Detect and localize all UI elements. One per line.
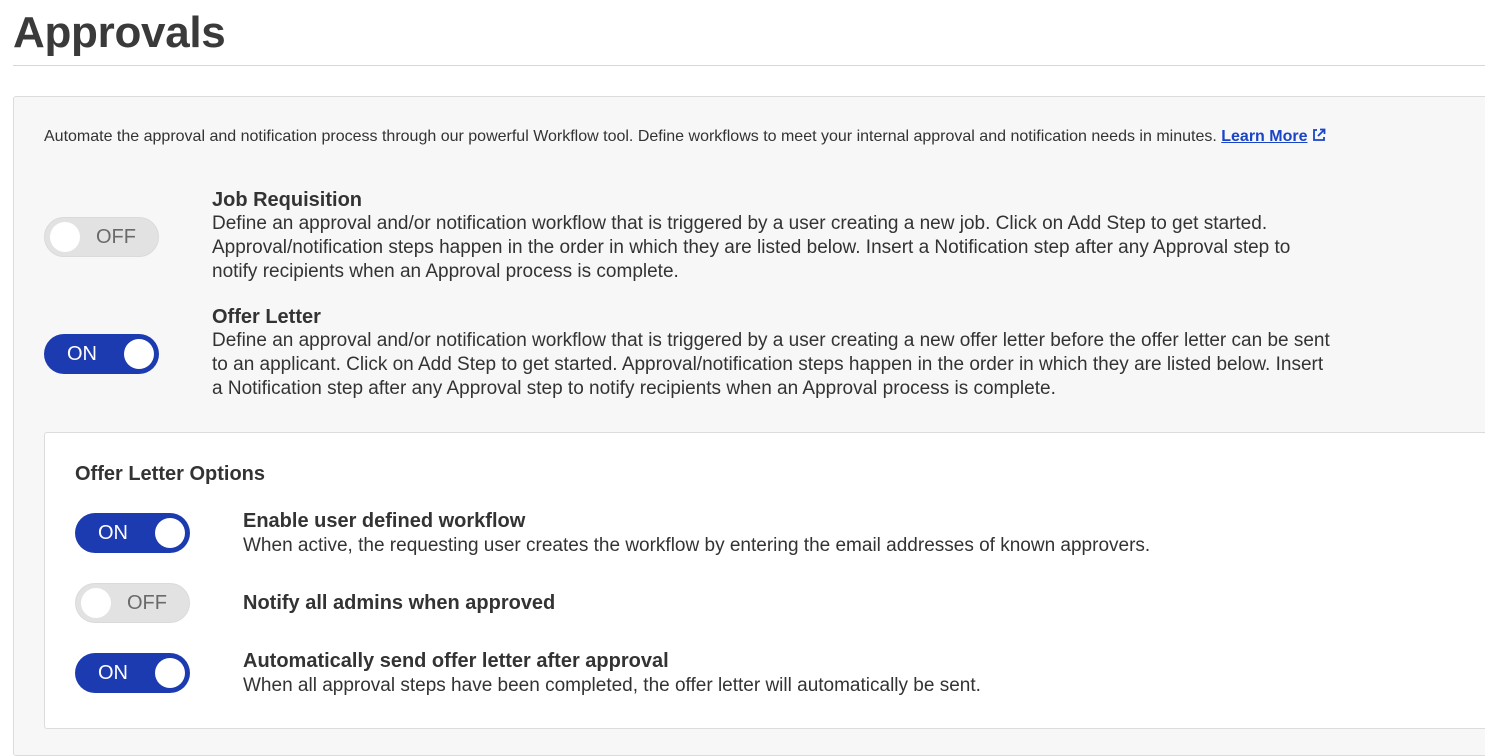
toggle-state-label: OFF <box>127 592 167 614</box>
enable-user-defined-workflow-title: Enable user defined workflow <box>243 510 526 532</box>
intro-text: Automate the approval and notification p… <box>44 128 1326 146</box>
toggle-state-label: ON <box>98 662 128 684</box>
toggle-knob <box>155 658 185 688</box>
toggle-state-label: OFF <box>96 226 136 248</box>
auto-send-offer-letter-toggle[interactable]: ON <box>75 653 190 693</box>
offer-letter-toggle[interactable]: ON <box>44 334 159 374</box>
page-title: Approvals <box>13 8 226 57</box>
toggle-state-label: ON <box>67 343 97 365</box>
enable-user-defined-workflow-description: When active, the requesting user creates… <box>243 535 1151 556</box>
auto-send-offer-letter-title: Automatically send offer letter after ap… <box>243 650 669 672</box>
job-requisition-toggle[interactable]: OFF <box>44 217 159 257</box>
toggle-knob <box>124 339 154 369</box>
auto-send-offer-letter-description: When all approval steps have been comple… <box>243 675 981 696</box>
intro-description: Automate the approval and notification p… <box>44 128 1217 145</box>
toggle-knob <box>155 518 185 548</box>
toggle-state-label: ON <box>98 522 128 544</box>
toggle-knob <box>50 222 80 252</box>
external-link-icon <box>1312 128 1325 141</box>
job-requisition-title: Job Requisition <box>212 189 362 211</box>
offer-letter-title: Offer Letter <box>212 306 321 328</box>
notify-all-admins-toggle[interactable]: OFF <box>75 583 190 623</box>
title-divider <box>13 65 1485 66</box>
learn-more-link[interactable]: Learn More <box>1221 128 1325 145</box>
toggle-knob <box>81 588 111 618</box>
notify-all-admins-title: Notify all admins when approved <box>243 592 556 614</box>
enable-user-defined-workflow-toggle[interactable]: ON <box>75 513 190 553</box>
offer-letter-description: Define an approval and/or notification w… <box>212 330 1330 399</box>
offer-letter-options-title: Offer Letter Options <box>75 463 266 485</box>
job-requisition-description: Define an approval and/or notification w… <box>212 213 1291 282</box>
learn-more-label: Learn More <box>1221 128 1308 145</box>
